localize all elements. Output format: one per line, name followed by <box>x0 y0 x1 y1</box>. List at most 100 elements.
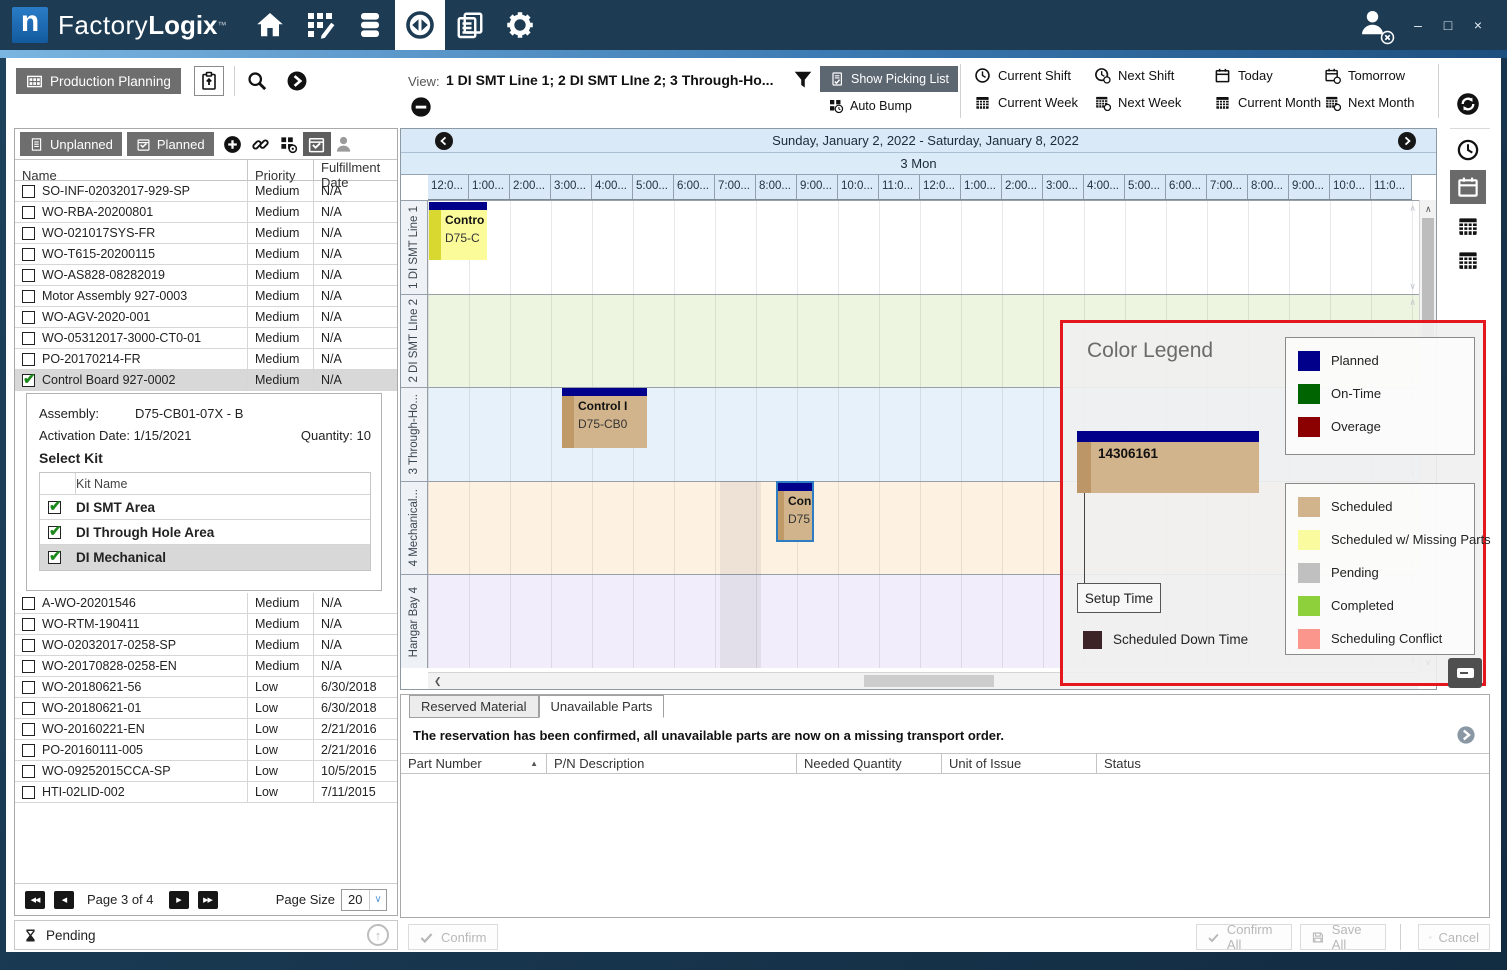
gantt-block-missing-parts[interactable]: ControD75-C <box>429 202 487 260</box>
person-icon[interactable] <box>331 132 359 156</box>
sync-icon[interactable] <box>1456 92 1480 119</box>
time-column-header[interactable]: 10:0... <box>838 175 879 199</box>
planning-grid-icon[interactable] <box>295 0 345 50</box>
order-checkbox[interactable] <box>22 185 35 198</box>
board-clipboard-icon[interactable] <box>194 66 224 96</box>
order-checkbox[interactable] <box>22 206 35 219</box>
time-column-header[interactable]: 5:00... <box>633 175 674 199</box>
kit-row[interactable]: DI Mechanical <box>40 545 370 570</box>
time-column-header[interactable]: 9:00... <box>1289 175 1330 199</box>
order-checkbox[interactable] <box>22 227 35 240</box>
refresh-circle-icon[interactable] <box>1456 725 1476 748</box>
reports-icon[interactable] <box>445 0 495 50</box>
planned-tab[interactable]: Planned <box>127 132 214 156</box>
current-month-button[interactable]: Current Month <box>1214 94 1321 111</box>
page-size-select[interactable]: 20∨ <box>341 889 387 911</box>
parts-panel-tab[interactable]: Unavailable Parts <box>539 695 665 718</box>
order-row[interactable]: PO-20160111-005 Low 2/21/2016 <box>15 740 397 761</box>
order-row[interactable]: WO-021017SYS-FR Medium N/A <box>15 223 397 244</box>
time-column-header[interactable]: 6:00... <box>674 175 715 199</box>
close-button[interactable]: × <box>1463 11 1493 39</box>
parts-column-header[interactable]: Unit of Issue▲ <box>941 754 1096 773</box>
horizontal-scroll-thumb[interactable] <box>864 675 994 687</box>
order-checkbox[interactable] <box>22 702 35 715</box>
order-row[interactable]: WO-20170828-0258-EN Medium N/A <box>15 656 397 677</box>
parts-column-header[interactable]: Status▲ <box>1096 754 1489 773</box>
lane-scroll-up-icon[interactable]: ∧ <box>1409 298 1416 307</box>
filter-funnel-icon[interactable] <box>792 69 814 94</box>
time-column-header[interactable]: 3:00... <box>1043 175 1084 199</box>
time-column-header[interactable]: 2:00... <box>1002 175 1043 199</box>
kit-checkbox[interactable] <box>48 551 61 564</box>
time-column-header[interactable]: 4:00... <box>592 175 633 199</box>
auto-bump-button[interactable]: Auto Bump <box>828 98 912 114</box>
order-row[interactable]: HTI-02LID-002 Low 7/11/2015 <box>15 782 397 803</box>
order-checkbox[interactable] <box>22 311 35 324</box>
time-column-header[interactable]: 1:00... <box>961 175 1002 199</box>
minimize-button[interactable]: – <box>1403 11 1433 39</box>
grid-settings-icon[interactable] <box>275 132 303 156</box>
order-row[interactable]: WO-AGV-2020-001 Medium N/A <box>15 307 397 328</box>
order-row[interactable]: WO-05312017-3000-CT0-01 Medium N/A <box>15 328 397 349</box>
previous-page-button[interactable]: ◀ <box>54 891 74 909</box>
order-checkbox[interactable] <box>22 290 35 303</box>
kit-checkbox[interactable] <box>48 501 61 514</box>
confirm-all-button[interactable]: Confirm All <box>1196 924 1292 950</box>
order-row[interactable]: WO-AS828-08282019 Medium N/A <box>15 265 397 286</box>
gantt-block-scheduled[interactable]: Control ID75-CB0 <box>562 388 647 448</box>
order-checkbox[interactable] <box>22 248 35 261</box>
first-page-button[interactable]: ◀◀ <box>25 891 45 909</box>
production-planning-button[interactable]: Production Planning <box>16 68 181 94</box>
time-column-header[interactable]: 7:00... <box>1207 175 1248 199</box>
kit-checkbox[interactable] <box>48 526 61 539</box>
time-column-header[interactable]: 10:0... <box>1330 175 1371 199</box>
time-column-header[interactable]: 7:00... <box>715 175 756 199</box>
time-column-header[interactable]: 1:00... <box>469 175 510 199</box>
order-checkbox[interactable] <box>22 269 35 282</box>
card-view-toggle-button[interactable] <box>1448 658 1482 688</box>
next-shift-button[interactable]: Next Shift <box>1094 67 1174 84</box>
cancel-button[interactable]: Cancel <box>1418 924 1490 950</box>
order-row[interactable]: PO-20170214-FR Medium N/A <box>15 349 397 370</box>
link-icon[interactable] <box>247 132 275 156</box>
order-row[interactable]: Motor Assembly 927-0003 Medium N/A <box>15 286 397 307</box>
time-column-header[interactable]: 12:0... <box>428 175 469 199</box>
next-week-icon[interactable] <box>1398 132 1416 150</box>
settings-gear-icon[interactable] <box>495 0 545 50</box>
home-icon[interactable] <box>245 0 295 50</box>
order-checkbox[interactable] <box>22 597 35 610</box>
order-row[interactable]: WO-20180621-01 Low 6/30/2018 <box>15 698 397 719</box>
go-arrow-icon[interactable] <box>286 70 308 95</box>
parts-column-header[interactable]: Needed Quantity▲ <box>796 754 941 773</box>
order-checkbox[interactable] <box>22 660 35 673</box>
current-shift-button[interactable]: Current Shift <box>974 67 1071 84</box>
gantt-block-selected[interactable]: ConD75 <box>778 483 812 540</box>
week-view-calendar-icon[interactable] <box>1456 214 1480 241</box>
order-checkbox[interactable] <box>22 681 35 694</box>
materials-icon[interactable] <box>345 0 395 50</box>
order-checkbox[interactable] <box>22 618 35 631</box>
unplanned-tab[interactable]: Unplanned <box>20 132 122 156</box>
parts-column-header[interactable]: Part Number▲ <box>401 754 546 773</box>
order-checkbox[interactable] <box>22 353 35 366</box>
next-page-button[interactable]: ▶ <box>169 891 189 909</box>
gantt-day-header[interactable]: 3 Mon <box>401 153 1436 175</box>
lane-scroll-up-icon[interactable]: ∧ <box>1409 204 1416 213</box>
order-checkbox[interactable] <box>22 639 35 652</box>
save-all-button[interactable]: Save All <box>1300 924 1386 950</box>
logistics-icon[interactable] <box>395 0 445 50</box>
lane-label[interactable]: 2 DI SMT LIne 2 <box>401 295 428 388</box>
time-column-header[interactable]: 5:00... <box>1125 175 1166 199</box>
lane-label[interactable]: Hangar Bay 4 <box>401 575 428 668</box>
time-column-header[interactable]: 2:00... <box>510 175 551 199</box>
lane-scroll-down-icon[interactable]: ∨ <box>1409 282 1416 291</box>
order-row[interactable]: WO-20180621-56 Low 6/30/2018 <box>15 677 397 698</box>
search-icon[interactable] <box>246 70 268 95</box>
maximize-button[interactable]: □ <box>1433 11 1463 39</box>
time-column-header[interactable]: 11:0... <box>1371 175 1412 199</box>
order-row[interactable]: SO-INF-02032017-929-SP Medium N/A <box>15 181 397 202</box>
lane-label[interactable]: 3 Through-Ho... <box>401 388 428 481</box>
today-button[interactable]: Today <box>1214 67 1273 84</box>
order-row[interactable]: WO-T615-20200115 Medium N/A <box>15 244 397 265</box>
month-view-calendar-icon[interactable] <box>1456 248 1480 275</box>
